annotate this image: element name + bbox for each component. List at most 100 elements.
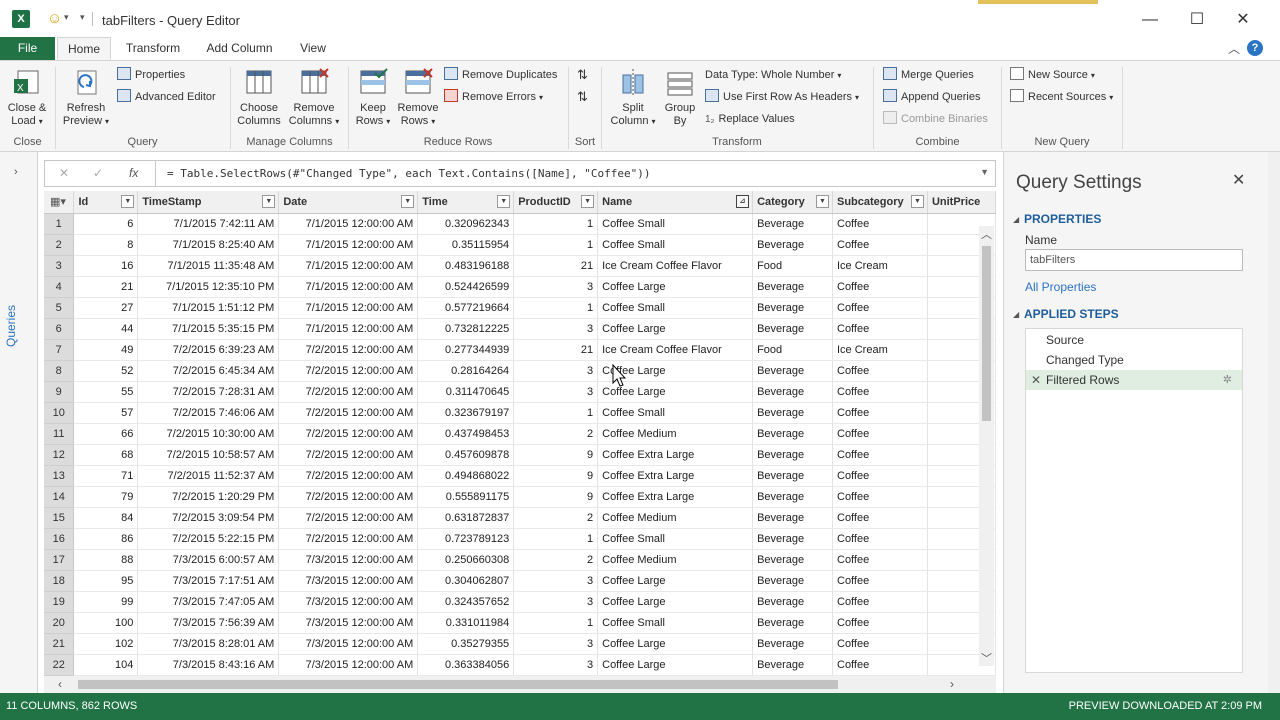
commit-formula-icon[interactable]: ✓ [93, 166, 103, 180]
table-cell[interactable]: Beverage [752, 276, 833, 298]
table-cell[interactable]: 7/3/2015 12:00:00 AM [278, 612, 419, 634]
horizontal-scrollbar[interactable]: ‹ › [44, 676, 996, 693]
refresh-preview-button[interactable]: Refresh Preview ▾ [60, 67, 112, 128]
remove-duplicates-button[interactable]: Remove Duplicates [444, 66, 557, 84]
table-row[interactable]: 12 68 7/2/2015 10:58:57 AM 7/2/2015 12:00:0… [44, 444, 996, 466]
table-cell[interactable]: 7/2/2015 12:00:00 AM [278, 423, 419, 445]
formula-input[interactable]: = Table.SelectRows(#"Changed Type", each… [167, 167, 650, 180]
expand-queries-icon[interactable]: › [14, 166, 18, 178]
table-cell[interactable]: 7/2/2015 5:22:15 PM [137, 528, 280, 550]
table-cell[interactable]: Coffee [832, 465, 928, 487]
vertical-scroll-thumb[interactable] [982, 246, 991, 421]
merge-queries-button[interactable]: Merge Queries [883, 66, 974, 84]
table-cell[interactable]: 0.437498453 [417, 423, 515, 445]
queries-pane-label[interactable]: Queries [4, 297, 18, 347]
table-cell[interactable]: 0.732812225 [417, 318, 515, 340]
table-cell[interactable]: 95 [73, 570, 139, 592]
table-cell[interactable]: Coffee Small [597, 402, 754, 424]
expand-formula-icon[interactable]: ▼ [980, 167, 989, 177]
row-number[interactable]: 3 [44, 255, 75, 277]
choose-columns-button[interactable]: Choose Columns [234, 67, 284, 128]
table-cell[interactable]: 1 [513, 297, 599, 319]
table-cell[interactable]: Beverage [752, 549, 833, 571]
column-header-unitprice[interactable]: UnitPrice [927, 191, 996, 214]
table-cell[interactable]: 7/1/2015 12:00:00 AM [278, 213, 419, 235]
row-number[interactable]: 17 [44, 549, 75, 571]
table-cell[interactable]: 7/3/2015 12:00:00 AM [278, 633, 419, 655]
table-cell[interactable]: 7/1/2015 12:00:00 AM [278, 255, 419, 277]
table-cell[interactable]: 3 [513, 591, 599, 613]
table-cell[interactable]: Beverage [752, 633, 833, 655]
properties-button[interactable]: Properties [117, 66, 185, 84]
table-cell[interactable]: 3 [513, 381, 599, 403]
table-cell[interactable]: 0.524426599 [417, 276, 515, 298]
table-row[interactable]: 20 100 7/3/2015 7:56:39 AM 7/3/2015 12:00:0… [44, 612, 996, 634]
row-number[interactable]: 4 [44, 276, 75, 298]
column-header-category[interactable]: Category ▼ [752, 191, 833, 214]
table-row[interactable]: 3 16 7/1/2015 11:35:48 AM 7/1/2015 12:00:00… [44, 255, 996, 277]
sort-ascending-icon[interactable]: ⇅ [577, 66, 588, 84]
horizontal-scroll-thumb[interactable] [78, 680, 838, 689]
table-cell[interactable]: 0.577219664 [417, 297, 515, 319]
cancel-formula-icon[interactable]: ✕ [59, 166, 69, 180]
row-number[interactable]: 5 [44, 297, 75, 319]
remove-columns-button[interactable]: Remove Columns ▾ [286, 67, 342, 128]
filter-dropdown-icon[interactable]: ▼ [262, 195, 276, 208]
table-cell[interactable]: 2 [513, 549, 599, 571]
table-cell[interactable]: 0.555891175 [417, 486, 515, 508]
column-header-date[interactable]: Date ▼ [278, 191, 419, 214]
row-number[interactable]: 8 [44, 360, 75, 382]
table-row[interactable]: 9 55 7/2/2015 7:28:31 AM 7/2/2015 12:00:00 … [44, 381, 996, 403]
table-cell[interactable]: Coffee Small [597, 612, 754, 634]
table-cell[interactable]: Coffee [832, 549, 928, 571]
table-cell[interactable]: Coffee [832, 213, 928, 235]
table-cell[interactable]: 27 [73, 297, 139, 319]
table-cell[interactable]: 9 [513, 465, 599, 487]
collapse-ribbon-icon[interactable]: ︿ [1228, 40, 1240, 57]
table-cell[interactable]: Coffee [832, 444, 928, 466]
table-cell[interactable]: Beverage [752, 360, 833, 382]
table-cell[interactable]: 55 [73, 381, 139, 403]
table-cell[interactable]: 21 [513, 339, 599, 361]
help-icon[interactable]: ? [1247, 40, 1263, 56]
new-source-button[interactable]: New Source ▾ [1010, 66, 1095, 84]
table-cell[interactable]: 7/3/2015 7:17:51 AM [137, 570, 280, 592]
table-cell[interactable]: Coffee Extra Large [597, 486, 754, 508]
table-cell[interactable]: 0.320962343 [417, 213, 515, 235]
smiley-feedback-icon[interactable]: ☺ [47, 10, 62, 27]
column-header-subcategory[interactable]: Subcategory ▼ [832, 191, 928, 214]
table-row[interactable]: 10 57 7/2/2015 7:46:06 AM 7/2/2015 12:00:00… [44, 402, 996, 424]
row-number[interactable]: 2 [44, 234, 75, 256]
table-cell[interactable]: 0.324357652 [417, 591, 515, 613]
recent-sources-button[interactable]: Recent Sources ▾ [1010, 88, 1113, 106]
table-cell[interactable]: 68 [73, 444, 139, 466]
table-cell[interactable]: Beverage [752, 570, 833, 592]
row-number[interactable]: 1 [44, 213, 75, 235]
table-cell[interactable]: 6 [73, 213, 139, 235]
scroll-right-icon[interactable]: › [950, 677, 954, 691]
table-menu-icon[interactable]: ▦▾ [44, 191, 75, 214]
data-type-dropdown[interactable]: Data Type: Whole Number ▾ [705, 66, 841, 84]
table-cell[interactable]: 104 [73, 654, 139, 676]
table-cell[interactable]: Coffee Medium [597, 549, 754, 571]
table-row[interactable]: 15 84 7/2/2015 3:09:54 PM 7/2/2015 12:00:00… [44, 507, 996, 529]
append-queries-button[interactable]: Append Queries [883, 88, 981, 106]
table-cell[interactable]: 7/2/2015 10:30:00 AM [137, 423, 280, 445]
use-first-row-headers-button[interactable]: Use First Row As Headers ▾ [705, 88, 859, 106]
step-source[interactable]: Source [1026, 330, 1242, 350]
table-cell[interactable]: 0.631872837 [417, 507, 515, 529]
table-cell[interactable]: 0.723789123 [417, 528, 515, 550]
table-cell[interactable]: Food [752, 339, 833, 361]
table-cell[interactable]: Beverage [752, 465, 833, 487]
replace-values-button[interactable]: 1₂ Replace Values [705, 110, 795, 128]
table-cell[interactable]: 7/2/2015 7:46:06 AM [137, 402, 280, 424]
table-cell[interactable]: Coffee [832, 570, 928, 592]
table-cell[interactable]: 0.28164264 [417, 360, 515, 382]
filter-dropdown-icon[interactable]: ▼ [581, 195, 595, 208]
table-cell[interactable]: 7/2/2015 12:00:00 AM [278, 465, 419, 487]
table-cell[interactable]: 16 [73, 255, 139, 277]
table-cell[interactable]: 1 [513, 402, 599, 424]
table-cell[interactable]: 7/1/2015 1:51:12 PM [137, 297, 280, 319]
table-cell[interactable]: Coffee [832, 654, 928, 676]
row-number[interactable]: 14 [44, 486, 75, 508]
